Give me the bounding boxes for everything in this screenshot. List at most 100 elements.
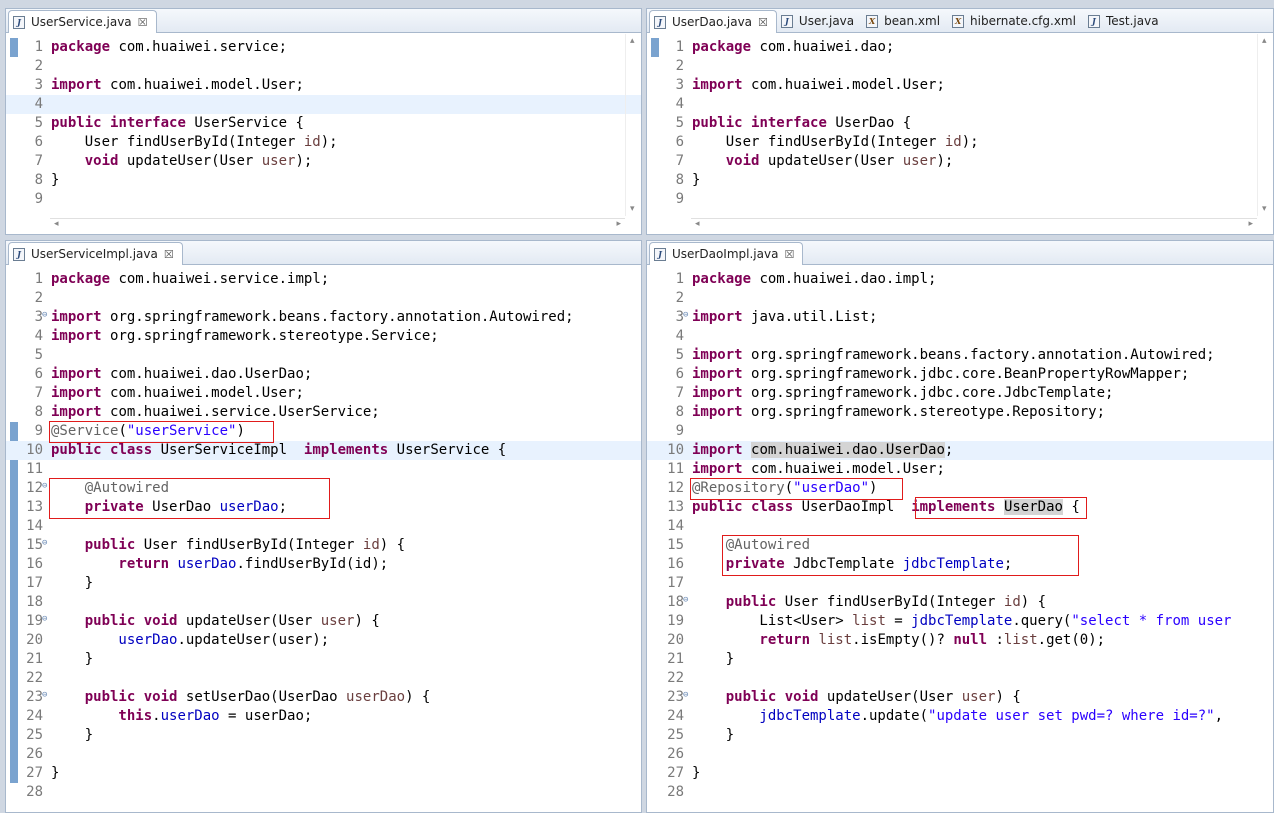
- code-line[interactable]: 9: [6, 190, 641, 209]
- code-line[interactable]: 21 }: [647, 650, 1273, 669]
- code-area[interactable]: 1 package com.huaiwei.dao.impl; 2 3 ⊖ import …: [647, 266, 1273, 812]
- fold-toggle-icon[interactable]: ⊖: [42, 479, 47, 494]
- code-area[interactable]: 1 package com.huaiwei.service; 2 3 import co…: [6, 34, 641, 234]
- tab-userdao-java[interactable]: J UserDao.java ☒: [649, 10, 777, 33]
- code-line[interactable]: 1 package com.huaiwei.service;: [6, 38, 641, 57]
- code-line[interactable]: 9: [647, 422, 1273, 441]
- code-line[interactable]: 3 ⊖ import java.util.List;: [647, 308, 1273, 327]
- code-line[interactable]: 16 return userDao.findUserById(id);: [6, 555, 641, 574]
- close-icon[interactable]: ☒: [164, 248, 174, 261]
- close-icon[interactable]: ☒: [784, 248, 794, 261]
- code-line[interactable]: 3 import com.huaiwei.model.User;: [647, 76, 1273, 95]
- code-line[interactable]: 7 import org.springframework.jdbc.core.Jd…: [647, 384, 1273, 403]
- vertical-scrollbar[interactable]: ▴ ▾: [625, 34, 641, 216]
- code-line[interactable]: 10 public class UserServiceImpl implement…: [6, 441, 641, 460]
- code-line[interactable]: 4 import org.springframework.stereotype.S…: [6, 327, 641, 346]
- code-line[interactable]: 6 User findUserById(Integer id);: [6, 133, 641, 152]
- code-line[interactable]: 9: [647, 190, 1273, 209]
- code-line[interactable]: 23 ⊖ public void updateUser(User user) {: [647, 688, 1273, 707]
- code-line[interactable]: 18: [6, 593, 641, 612]
- code-line[interactable]: 5 import org.springframework.beans.factor…: [647, 346, 1273, 365]
- code-line[interactable]: 18 ⊖ public User findUserById(Integer id)…: [647, 593, 1273, 612]
- tab-test-java[interactable]: J Test.java: [1084, 10, 1167, 32]
- code-line[interactable]: 7 void updateUser(User user);: [6, 152, 641, 171]
- code-line[interactable]: 6 import org.springframework.jdbc.core.Be…: [647, 365, 1273, 384]
- code-line[interactable]: 14: [647, 517, 1273, 536]
- code-line[interactable]: 28: [647, 783, 1273, 802]
- code-line[interactable]: 25 }: [647, 726, 1273, 745]
- code-line[interactable]: 6 User findUserById(Integer id);: [647, 133, 1273, 152]
- horizontal-scrollbar[interactable]: ◂ ▸: [691, 218, 1257, 232]
- code-line[interactable]: 4: [647, 327, 1273, 346]
- close-icon[interactable]: ☒: [138, 16, 148, 29]
- scroll-right-icon[interactable]: ▸: [1248, 219, 1253, 229]
- tab-userdaoimpl-java[interactable]: J UserDaoImpl.java ☒: [649, 242, 804, 265]
- scroll-up-icon[interactable]: ▴: [630, 36, 635, 46]
- code-line[interactable]: 22: [6, 669, 641, 688]
- tab-userservice-java[interactable]: J UserService.java ☒: [8, 10, 157, 33]
- fold-toggle-icon[interactable]: ⊖: [42, 612, 47, 627]
- code-line[interactable]: 26: [647, 745, 1273, 764]
- scroll-down-icon[interactable]: ▾: [630, 204, 635, 214]
- code-line[interactable]: 1 package com.huaiwei.dao;: [647, 38, 1273, 57]
- scroll-right-icon[interactable]: ▸: [616, 219, 621, 229]
- code-line[interactable]: 25 }: [6, 726, 641, 745]
- code-line[interactable]: 3 import com.huaiwei.model.User;: [6, 76, 641, 95]
- code-line[interactable]: 27}: [6, 764, 641, 783]
- scroll-up-icon[interactable]: ▴: [1262, 36, 1267, 46]
- code-line[interactable]: 28: [6, 783, 641, 802]
- close-icon[interactable]: ☒: [758, 16, 768, 29]
- code-line[interactable]: 2: [647, 57, 1273, 76]
- code-line[interactable]: 26: [6, 745, 641, 764]
- tab-hibernate-cfg-xml[interactable]: Xhibernate.cfg.xml: [948, 10, 1084, 32]
- code-line[interactable]: 1 package com.huaiwei.dao.impl;: [647, 270, 1273, 289]
- code-line[interactable]: 11 import com.huaiwei.model.User;: [647, 460, 1273, 479]
- code-line[interactable]: 1 package com.huaiwei.service.impl;: [6, 270, 641, 289]
- code-line[interactable]: 19 ⊖ public void updateUser(User user) {: [6, 612, 641, 631]
- code-line[interactable]: 2: [6, 289, 641, 308]
- tab-userserviceimpl-java[interactable]: J UserServiceImpl.java ☒: [8, 242, 183, 265]
- fold-toggle-icon[interactable]: ⊖: [683, 593, 688, 608]
- code-line[interactable]: 4: [6, 95, 641, 114]
- code-line[interactable]: 20 return list.isEmpty()? null :list.get…: [647, 631, 1273, 650]
- fold-toggle-icon[interactable]: ⊖: [683, 308, 688, 323]
- code-line[interactable]: 19 List<User> list = jdbcTemplate.query(…: [647, 612, 1273, 631]
- horizontal-scrollbar[interactable]: ◂ ▸: [50, 218, 625, 232]
- fold-toggle-icon[interactable]: ⊖: [42, 536, 47, 551]
- scroll-left-icon[interactable]: ◂: [54, 219, 59, 229]
- code-line[interactable]: 24 jdbcTemplate.update("update user set …: [647, 707, 1273, 726]
- code-line[interactable]: 6 import com.huaiwei.dao.UserDao;: [6, 365, 641, 384]
- code-line[interactable]: 22: [647, 669, 1273, 688]
- code-line[interactable]: 7 import com.huaiwei.model.User;: [6, 384, 641, 403]
- code-line[interactable]: 15 ⊖ public User findUserById(Integer id)…: [6, 536, 641, 555]
- code-line[interactable]: 8}: [647, 171, 1273, 190]
- code-line[interactable]: 21 }: [6, 650, 641, 669]
- code-line[interactable]: 8 import com.huaiwei.service.UserService;: [6, 403, 641, 422]
- code-line[interactable]: 5: [6, 346, 641, 365]
- code-line[interactable]: 7 void updateUser(User user);: [647, 152, 1273, 171]
- code-line[interactable]: 20 userDao.updateUser(user);: [6, 631, 641, 650]
- tab-bean-xml[interactable]: Xbean.xml: [862, 10, 948, 32]
- code-line[interactable]: 8 import org.springframework.stereotype.R…: [647, 403, 1273, 422]
- code-line[interactable]: 17 }: [6, 574, 641, 593]
- code-line[interactable]: 8}: [6, 171, 641, 190]
- code-line[interactable]: 2: [6, 57, 641, 76]
- scroll-left-icon[interactable]: ◂: [695, 219, 700, 229]
- code-line[interactable]: 4: [647, 95, 1273, 114]
- code-line[interactable]: 3 ⊖ import org.springframework.beans.facto…: [6, 308, 641, 327]
- fold-toggle-icon[interactable]: ⊖: [42, 688, 47, 703]
- code-area[interactable]: 1 package com.huaiwei.service.impl; 2 3 ⊖ imp…: [6, 266, 641, 812]
- code-line[interactable]: 17: [647, 574, 1273, 593]
- code-line[interactable]: 14: [6, 517, 641, 536]
- code-line[interactable]: 5 public interface UserDao {: [647, 114, 1273, 133]
- code-line[interactable]: 10 import com.huaiwei.dao.UserDao;: [647, 441, 1273, 460]
- code-line[interactable]: 5 public interface UserService {: [6, 114, 641, 133]
- fold-toggle-icon[interactable]: ⊖: [42, 308, 47, 323]
- code-line[interactable]: 24 this.userDao = userDao;: [6, 707, 641, 726]
- code-line[interactable]: 11: [6, 460, 641, 479]
- code-area[interactable]: 1 package com.huaiwei.dao; 2 3 import com.hu…: [647, 34, 1273, 234]
- code-line[interactable]: 27}: [647, 764, 1273, 783]
- tab-user-java[interactable]: J User.java: [777, 10, 862, 32]
- code-line[interactable]: 2: [647, 289, 1273, 308]
- vertical-scrollbar[interactable]: ▴ ▾: [1257, 34, 1273, 216]
